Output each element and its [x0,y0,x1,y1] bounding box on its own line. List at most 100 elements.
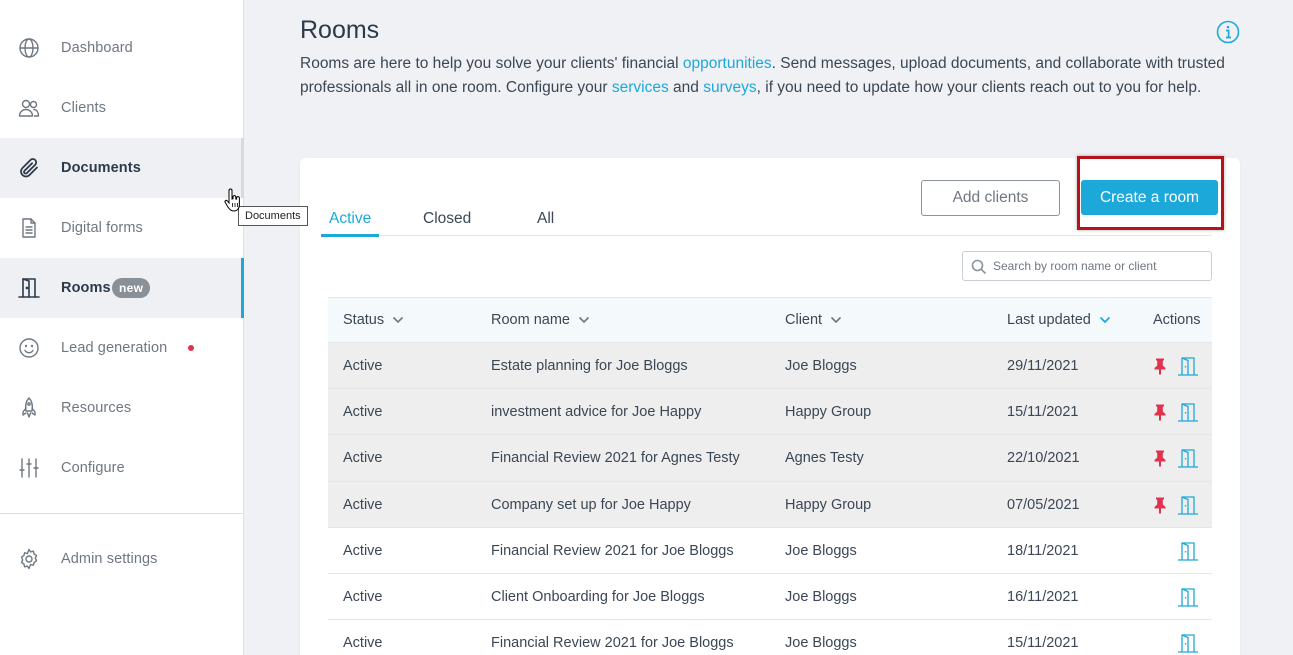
pin-icon[interactable] [1152,449,1168,468]
cell-room-name[interactable]: Company set up for Joe Happy [491,497,691,513]
cell-last-updated: 18/11/2021 [1007,542,1079,559]
open-room-icon[interactable] [1177,633,1199,653]
column-header-label: Room name [491,312,570,328]
pin-icon[interactable] [1152,403,1168,422]
open-room-icon[interactable] [1177,541,1199,561]
smiley-icon [16,335,42,361]
opportunities-link[interactable]: opportunities [683,55,772,72]
sidebar-divider [0,513,244,514]
column-header-label: Actions [1153,312,1201,328]
cell-client: Joe Bloggs [785,635,857,652]
cell-status: Active [343,635,383,652]
sidebar-item-admin-settings[interactable]: Admin settings [0,529,244,589]
sidebar-item-configure[interactable]: Configure [0,438,244,498]
column-header-label: Client [785,312,823,328]
cell-room-name[interactable]: Financial Review 2021 for Joe Bloggs [491,543,734,559]
table-row[interactable]: Active Client Onboarding for Joe Bloggs Jo… [328,574,1212,621]
surveys-link[interactable]: surveys [703,79,756,96]
cell-status: Active [343,542,383,559]
cell-last-updated: 16/11/2021 [1007,588,1079,605]
intro-text-part: Rooms are here to help you solve your cl… [300,55,683,72]
cell-status: Active [343,496,383,513]
sidebar-item-label: Rooms [61,280,111,296]
services-link[interactable]: services [612,79,669,96]
sidebar-item-documents[interactable]: Documents [0,138,244,198]
sidebar: Dashboard Clients Documents Digital form… [0,0,244,655]
intro-text-part: and [668,79,704,96]
intro-text: Rooms are here to help you solve your cl… [300,52,1240,100]
open-room-icon[interactable] [1177,402,1199,422]
rooms-card: Active Closed All Add clients Create a r… [300,156,1240,655]
open-room-icon[interactable] [1177,587,1199,607]
pin-icon[interactable] [1152,357,1168,375]
sliders-icon [16,455,42,481]
cell-room-name[interactable]: Financial Review 2021 for Joe Bloggs [491,635,734,651]
sidebar-item-label: Clients [61,100,107,116]
open-room-icon[interactable] [1177,495,1199,515]
cell-last-updated: 15/11/2021 [1007,404,1079,421]
sidebar-item-label: Dashboard [61,40,133,56]
sidebar-item-dashboard[interactable]: Dashboard [0,18,244,78]
open-room-icon[interactable] [1177,356,1199,376]
table-row[interactable]: Active Estate planning for Joe Bloggs Joe … [328,343,1212,390]
new-badge: new [112,278,151,298]
door-icon [16,275,42,301]
cell-client: Joe Bloggs [785,588,857,605]
rocket-icon [16,395,42,421]
sidebar-item-label: Admin settings [61,551,158,567]
column-header-label: Status [343,312,385,328]
table-row[interactable]: Active Company set up for Joe Happy Happy … [328,481,1212,528]
column-header-status[interactable]: Status [343,312,404,328]
tooltip: Documents [238,206,308,226]
column-header-client[interactable]: Client [785,312,842,328]
paperclip-icon [16,155,42,181]
globe-icon [16,35,42,61]
column-header-room-name[interactable]: Room name [491,312,590,328]
sidebar-item-resources[interactable]: Resources [0,378,244,438]
cell-status: Active [343,358,383,374]
notification-dot [188,345,194,351]
sidebar-item-rooms[interactable]: Rooms new [0,258,244,318]
tab-all[interactable]: All [537,210,554,228]
open-room-icon[interactable] [1177,448,1199,469]
column-header-actions: Actions [1153,312,1201,328]
rooms-table: Status Room name Client Last updated Act… [328,297,1212,655]
tab-closed[interactable]: Closed [423,210,471,228]
create-room-button[interactable]: Create a room [1081,180,1218,215]
table-row[interactable]: Active Financial Review 2021 for Joe Blog… [328,620,1212,655]
sidebar-item-lead-generation[interactable]: Lead generation [0,318,244,378]
add-clients-button[interactable]: Add clients [921,180,1060,216]
cell-room-name[interactable]: Client Onboarding for Joe Bloggs [491,589,705,605]
sidebar-item-label: Configure [61,460,125,476]
search-icon [971,259,987,275]
sidebar-item-label: Resources [61,400,132,416]
table-row[interactable]: Active Financial Review 2021 for Agnes Te… [328,435,1212,482]
cell-client: Happy Group [785,496,872,513]
tab-active[interactable]: Active [320,210,380,237]
sidebar-item-label: Digital forms [61,220,143,236]
table-body: Active Estate planning for Joe Bloggs Joe … [328,343,1212,655]
sidebar-item-clients[interactable]: Clients [0,78,244,138]
hand-cursor-icon [224,188,240,212]
column-header-last-updated[interactable]: Last updated [1007,312,1111,328]
document-icon [16,215,42,241]
cell-last-updated: 07/05/2021 [1007,496,1080,513]
chevron-down-icon [831,316,842,324]
chevron-down-icon [393,316,404,324]
info-icon[interactable] [1216,20,1240,44]
users-icon [16,95,42,121]
sidebar-item-label: Documents [61,160,141,176]
table-row[interactable]: Active Financial Review 2021 for Joe Blog… [328,528,1212,574]
search-input[interactable] [993,256,1203,276]
cell-room-name[interactable]: investment advice for Joe Happy [491,404,701,420]
cell-status: Active [343,450,383,467]
pin-icon[interactable] [1152,496,1168,514]
cell-room-name[interactable]: Estate planning for Joe Bloggs [491,358,688,374]
chevron-down-icon [578,316,590,324]
table-row[interactable]: Active investment advice for Joe Happy Hap… [328,389,1212,436]
cell-status: Active [343,404,383,421]
sidebar-item-digital-forms[interactable]: Digital forms [0,198,244,258]
cell-client: Joe Bloggs [785,542,857,559]
cell-room-name[interactable]: Financial Review 2021 for Agnes Testy [491,450,740,466]
page-title: Rooms [300,16,380,44]
